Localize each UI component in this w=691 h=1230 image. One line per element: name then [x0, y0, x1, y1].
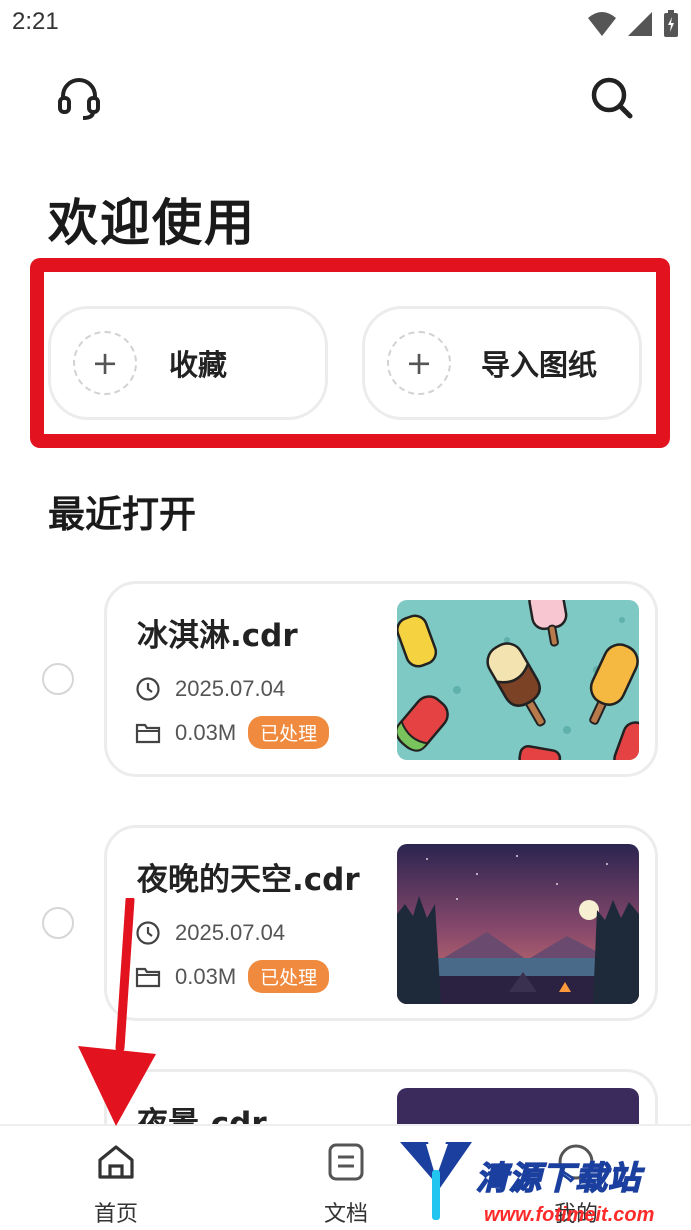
- search-button[interactable]: [586, 72, 636, 122]
- status-time: 2:21: [12, 8, 59, 35]
- customer-service-button[interactable]: [54, 72, 104, 122]
- folder-icon: [135, 720, 161, 746]
- file-name: 冰淇淋.cdr: [137, 618, 298, 654]
- wifi-icon: [588, 12, 616, 36]
- status-badge: 已处理: [248, 716, 330, 749]
- headset-icon: [58, 78, 100, 120]
- file-size: 0.03M: [175, 963, 237, 989]
- file-select-radio[interactable]: [42, 663, 74, 695]
- battery-icon: [664, 10, 678, 37]
- nav-docs-label: 文档: [323, 1202, 368, 1227]
- watermark-title: 清源下载站: [475, 1158, 642, 1198]
- status-badge: 已处理: [248, 960, 330, 993]
- signal-icon: [628, 12, 652, 36]
- document-icon: [328, 1143, 364, 1181]
- home-icon: [98, 1145, 134, 1179]
- search-icon: [591, 77, 633, 119]
- file-date: 2025.07.04: [175, 920, 286, 945]
- file-card[interactable]: 夜晚的天空.cdr 2025.07.04 0.03M 已处理: [104, 825, 658, 1021]
- file-date-row: 2025.07.04: [135, 676, 285, 702]
- nav-home[interactable]: 首页: [66, 1140, 166, 1228]
- file-name: 夜晚的天空.cdr: [137, 862, 360, 898]
- status-icons: [587, 10, 679, 38]
- clock-icon: [135, 676, 161, 702]
- nav-docs[interactable]: 文档: [296, 1140, 396, 1228]
- night-sky-thumbnail: [397, 844, 639, 1004]
- file-date: 2025.07.04: [175, 676, 286, 701]
- file-size-row: 0.03M 已处理: [135, 960, 330, 993]
- file-select-radio[interactable]: [42, 907, 74, 939]
- file-size-row: 0.03M 已处理: [135, 716, 330, 749]
- nav-home-label: 首页: [93, 1202, 138, 1227]
- watermark-url: www.fotimeit.com: [484, 1204, 655, 1226]
- ice-cream-thumbnail: [397, 600, 639, 760]
- arrow-down-icon: [78, 898, 156, 1126]
- highlight-annotation: [30, 258, 670, 448]
- file-size: 0.03M: [175, 719, 237, 745]
- page-title: 欢迎使用: [48, 194, 256, 252]
- recent-section-title: 最近打开: [48, 493, 196, 536]
- status-bar: 2:21: [0, 0, 691, 48]
- file-card[interactable]: 冰淇淋.cdr 2025.07.04 0.03M 已处理: [104, 581, 658, 777]
